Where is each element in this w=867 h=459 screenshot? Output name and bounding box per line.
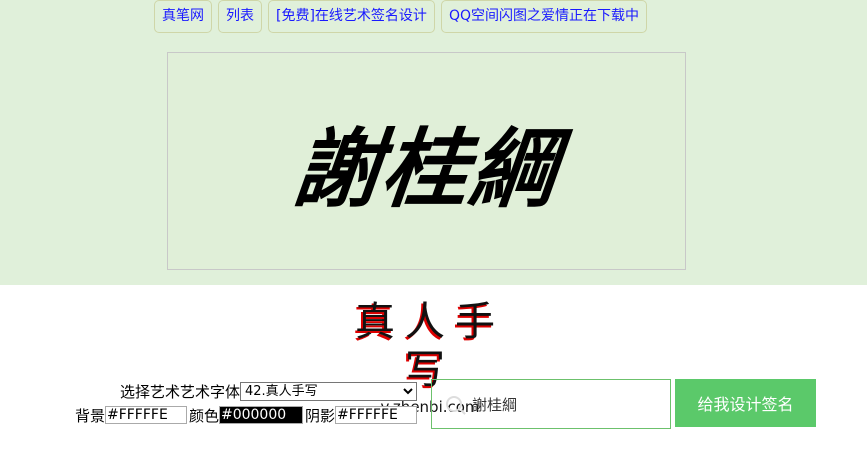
- bg-color-input[interactable]: [104, 406, 187, 424]
- font-select[interactable]: 42.真人手写: [240, 382, 417, 401]
- search-icon: [446, 396, 462, 412]
- bg-label: 背景: [74, 406, 105, 425]
- nav-link-zhenbi[interactable]: 真笔网: [154, 0, 212, 33]
- shadow-label: 阴影: [304, 406, 335, 425]
- design-signature-button[interactable]: 给我设计签名: [675, 379, 816, 427]
- preview-area: 真笔网 列表 [免费]在线艺术签名设计 QQ空间闪图之爱情正在下载中 謝桂綱: [0, 0, 867, 285]
- color-label: 颜色: [188, 406, 219, 425]
- signature-preview: 謝桂綱: [167, 52, 686, 270]
- font-label: 选择艺术艺术字体: [119, 383, 240, 401]
- text-color-input[interactable]: [218, 406, 303, 424]
- nav-link-free-signature[interactable]: [免费]在线艺术签名设计: [268, 0, 435, 33]
- nav-link-qq-flash[interactable]: QQ空间闪图之爱情正在下载中: [440, 0, 647, 33]
- nav-link-list[interactable]: 列表: [218, 0, 262, 33]
- name-search-box: [431, 379, 671, 429]
- top-nav: 真笔网 列表 [免费]在线艺术签名设计 QQ空间闪图之爱情正在下载中: [154, 0, 647, 33]
- shadow-color-input[interactable]: [335, 406, 417, 424]
- style-form: 选择艺术艺术字体 42.真人手写 背景 颜色 阴影: [60, 381, 417, 426]
- signature-text: 謝桂綱: [288, 118, 563, 220]
- name-input[interactable]: [470, 394, 664, 414]
